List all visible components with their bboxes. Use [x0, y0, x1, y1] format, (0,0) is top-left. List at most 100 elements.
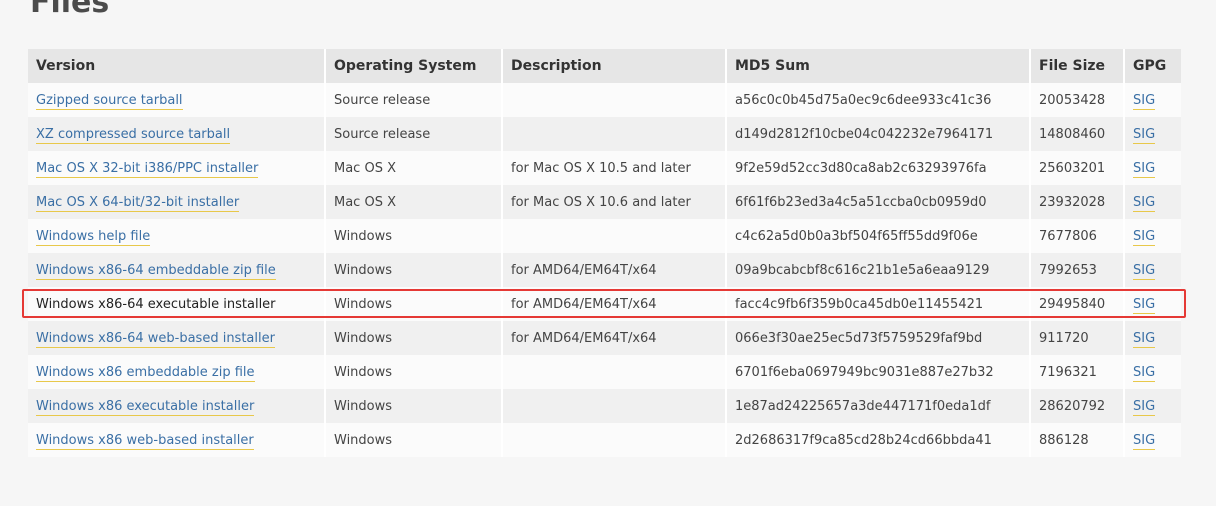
cell-os: Windows [325, 287, 503, 321]
cell-size: 911720 [1030, 321, 1125, 355]
version-text: Windows x86-64 executable installer [36, 296, 276, 312]
column-header-gpg: GPG [1133, 58, 1167, 74]
cell-gpg: SIG [1124, 253, 1181, 287]
cell-md5: 09a9bcabcbf8c616c21b1e5a6eaa9129 [726, 253, 1031, 287]
sig-link[interactable]: SIG [1133, 92, 1156, 110]
cell-size: 29495840 [1030, 287, 1125, 321]
cell-gpg: SIG [1124, 185, 1181, 219]
sig-link[interactable]: SIG [1133, 296, 1156, 314]
files-page: Files Version Operating System Descripti… [0, 0, 1216, 506]
cell-os: Windows [325, 321, 503, 355]
cell-md5: c4c62a5d0b0a3bf504f65ff55dd9f06e [726, 219, 1031, 253]
cell-size: 886128 [1030, 423, 1125, 457]
cell-gpg: SIG [1124, 355, 1181, 389]
cell-gpg: SIG [1124, 151, 1181, 185]
cell-gpg: SIG [1124, 423, 1181, 457]
cell-gpg: SIG [1124, 287, 1181, 321]
cell-size: 23932028 [1030, 185, 1125, 219]
cell-size: 28620792 [1030, 389, 1125, 423]
sig-link[interactable]: SIG [1133, 126, 1156, 144]
cell-os: Mac OS X [325, 185, 503, 219]
sig-link[interactable]: SIG [1133, 330, 1156, 348]
cell-md5: 6701f6eba0697949bc9031e887e27b32 [726, 355, 1031, 389]
cell-size: 14808460 [1030, 117, 1125, 151]
cell-os: Windows [325, 389, 503, 423]
cell-version: Mac OS X 32-bit i386/PPC installer [28, 151, 326, 185]
cell-version: XZ compressed source tarball [28, 117, 326, 151]
cell-version: Windows x86 executable installer [28, 389, 326, 423]
cell-os: Source release [325, 83, 503, 117]
sig-link[interactable]: SIG [1133, 194, 1156, 212]
download-link[interactable]: Gzipped source tarball [36, 92, 183, 110]
cell-version: Windows x86 web-based installer [28, 423, 326, 457]
column-header-size: File Size [1030, 49, 1125, 83]
column-header-md5: MD5 Sum [726, 49, 1031, 83]
table-row: Windows x86 executable installer Windows 1… [28, 389, 1181, 423]
cell-os: Windows [325, 355, 503, 389]
download-link[interactable]: Windows x86 web-based installer [36, 432, 254, 450]
cell-description: for AMD64/EM64T/x64 [502, 253, 727, 287]
cell-md5: d149d2812f10cbe04c042232e7964171 [726, 117, 1031, 151]
table-row: Mac OS X 32-bit i386/PPC installer Mac OS… [28, 151, 1181, 185]
table-row: Windows x86 web-based installer Windows 2d… [28, 423, 1181, 457]
table-row: Windows x86-64 web-based installer Window… [28, 321, 1181, 355]
cell-gpg: SIG [1124, 219, 1181, 253]
cell-md5: 2d2686317f9ca85cd28b24cd66bbda41 [726, 423, 1031, 457]
table-row: Windows x86-64 executable installer Windo… [28, 287, 1181, 321]
cell-description: for AMD64/EM64T/x64 [502, 287, 727, 321]
cell-version: Windows x86-64 embeddable zip file [28, 253, 326, 287]
sig-link[interactable]: SIG [1133, 364, 1156, 382]
files-table: Version Operating System Description MD5… [28, 49, 1181, 457]
cell-description [502, 355, 727, 389]
cell-os: Windows [325, 423, 503, 457]
cell-size: 20053428 [1030, 83, 1125, 117]
cell-description [502, 117, 727, 151]
sig-link[interactable]: SIG [1133, 398, 1156, 416]
cell-md5: facc4c9fb6f359b0ca45db0e11455421 [726, 287, 1031, 321]
page-title: Files [30, 0, 110, 20]
download-link[interactable]: Windows x86-64 embeddable zip file [36, 262, 276, 280]
sig-link[interactable]: SIG [1133, 228, 1156, 246]
cell-os: Windows [325, 219, 503, 253]
cell-size: 7677806 [1030, 219, 1125, 253]
column-header-version: Version [28, 49, 326, 83]
cell-description [502, 423, 727, 457]
table-row: XZ compressed source tarball Source relea… [28, 117, 1181, 151]
cell-md5: a56c0c0b45d75a0ec9c6dee933c41c36 [726, 83, 1031, 117]
table-body: Gzipped source tarball Source release a56c… [28, 83, 1181, 457]
column-header-description: Description [502, 49, 727, 83]
download-link[interactable]: Windows help file [36, 228, 151, 246]
download-link[interactable]: Mac OS X 64-bit/32-bit installer [36, 194, 240, 212]
cell-size: 25603201 [1030, 151, 1125, 185]
table-row: Mac OS X 64-bit/32-bit installer Mac OS X… [28, 185, 1181, 219]
cell-os: Windows [325, 253, 503, 287]
cell-gpg: SIG [1124, 389, 1181, 423]
download-link[interactable]: Mac OS X 32-bit i386/PPC installer [36, 160, 259, 178]
cell-md5: 6f61f6b23ed3a4c5a51ccba0cb0959d0 [726, 185, 1031, 219]
table-row: Windows help file Windows c4c62a5d0b0a3bf5… [28, 219, 1181, 253]
download-link[interactable]: Windows x86-64 web-based installer [36, 330, 275, 348]
cell-md5: 9f2e59d52cc3d80ca8ab2c63293976fa [726, 151, 1031, 185]
table-header-row: Version Operating System Description MD5… [28, 49, 1181, 83]
cell-description [502, 219, 727, 253]
cell-size: 7992653 [1030, 253, 1125, 287]
cell-gpg: SIG [1124, 321, 1181, 355]
sig-link[interactable]: SIG [1133, 160, 1156, 178]
cell-os: Mac OS X [325, 151, 503, 185]
cell-description [502, 83, 727, 117]
download-link[interactable]: Windows x86 executable installer [36, 398, 255, 416]
sig-link[interactable]: SIG [1133, 262, 1156, 280]
cell-description: for AMD64/EM64T/x64 [502, 321, 727, 355]
column-header-os: Operating System [325, 49, 503, 83]
cell-gpg: SIG [1124, 117, 1181, 151]
download-link[interactable]: Windows x86 embeddable zip file [36, 364, 255, 382]
cell-version: Windows help file [28, 219, 326, 253]
cell-description [502, 389, 727, 423]
cell-md5: 1e87ad24225657a3de447171f0eda1df [726, 389, 1031, 423]
sig-link[interactable]: SIG [1133, 432, 1156, 450]
download-link[interactable]: XZ compressed source tarball [36, 126, 231, 144]
cell-version: Windows x86-64 executable installer [28, 287, 326, 321]
table-row: Windows x86 embeddable zip file Windows 67… [28, 355, 1181, 389]
cell-description: for Mac OS X 10.6 and later [502, 185, 727, 219]
cell-gpg: SIG [1124, 83, 1181, 117]
